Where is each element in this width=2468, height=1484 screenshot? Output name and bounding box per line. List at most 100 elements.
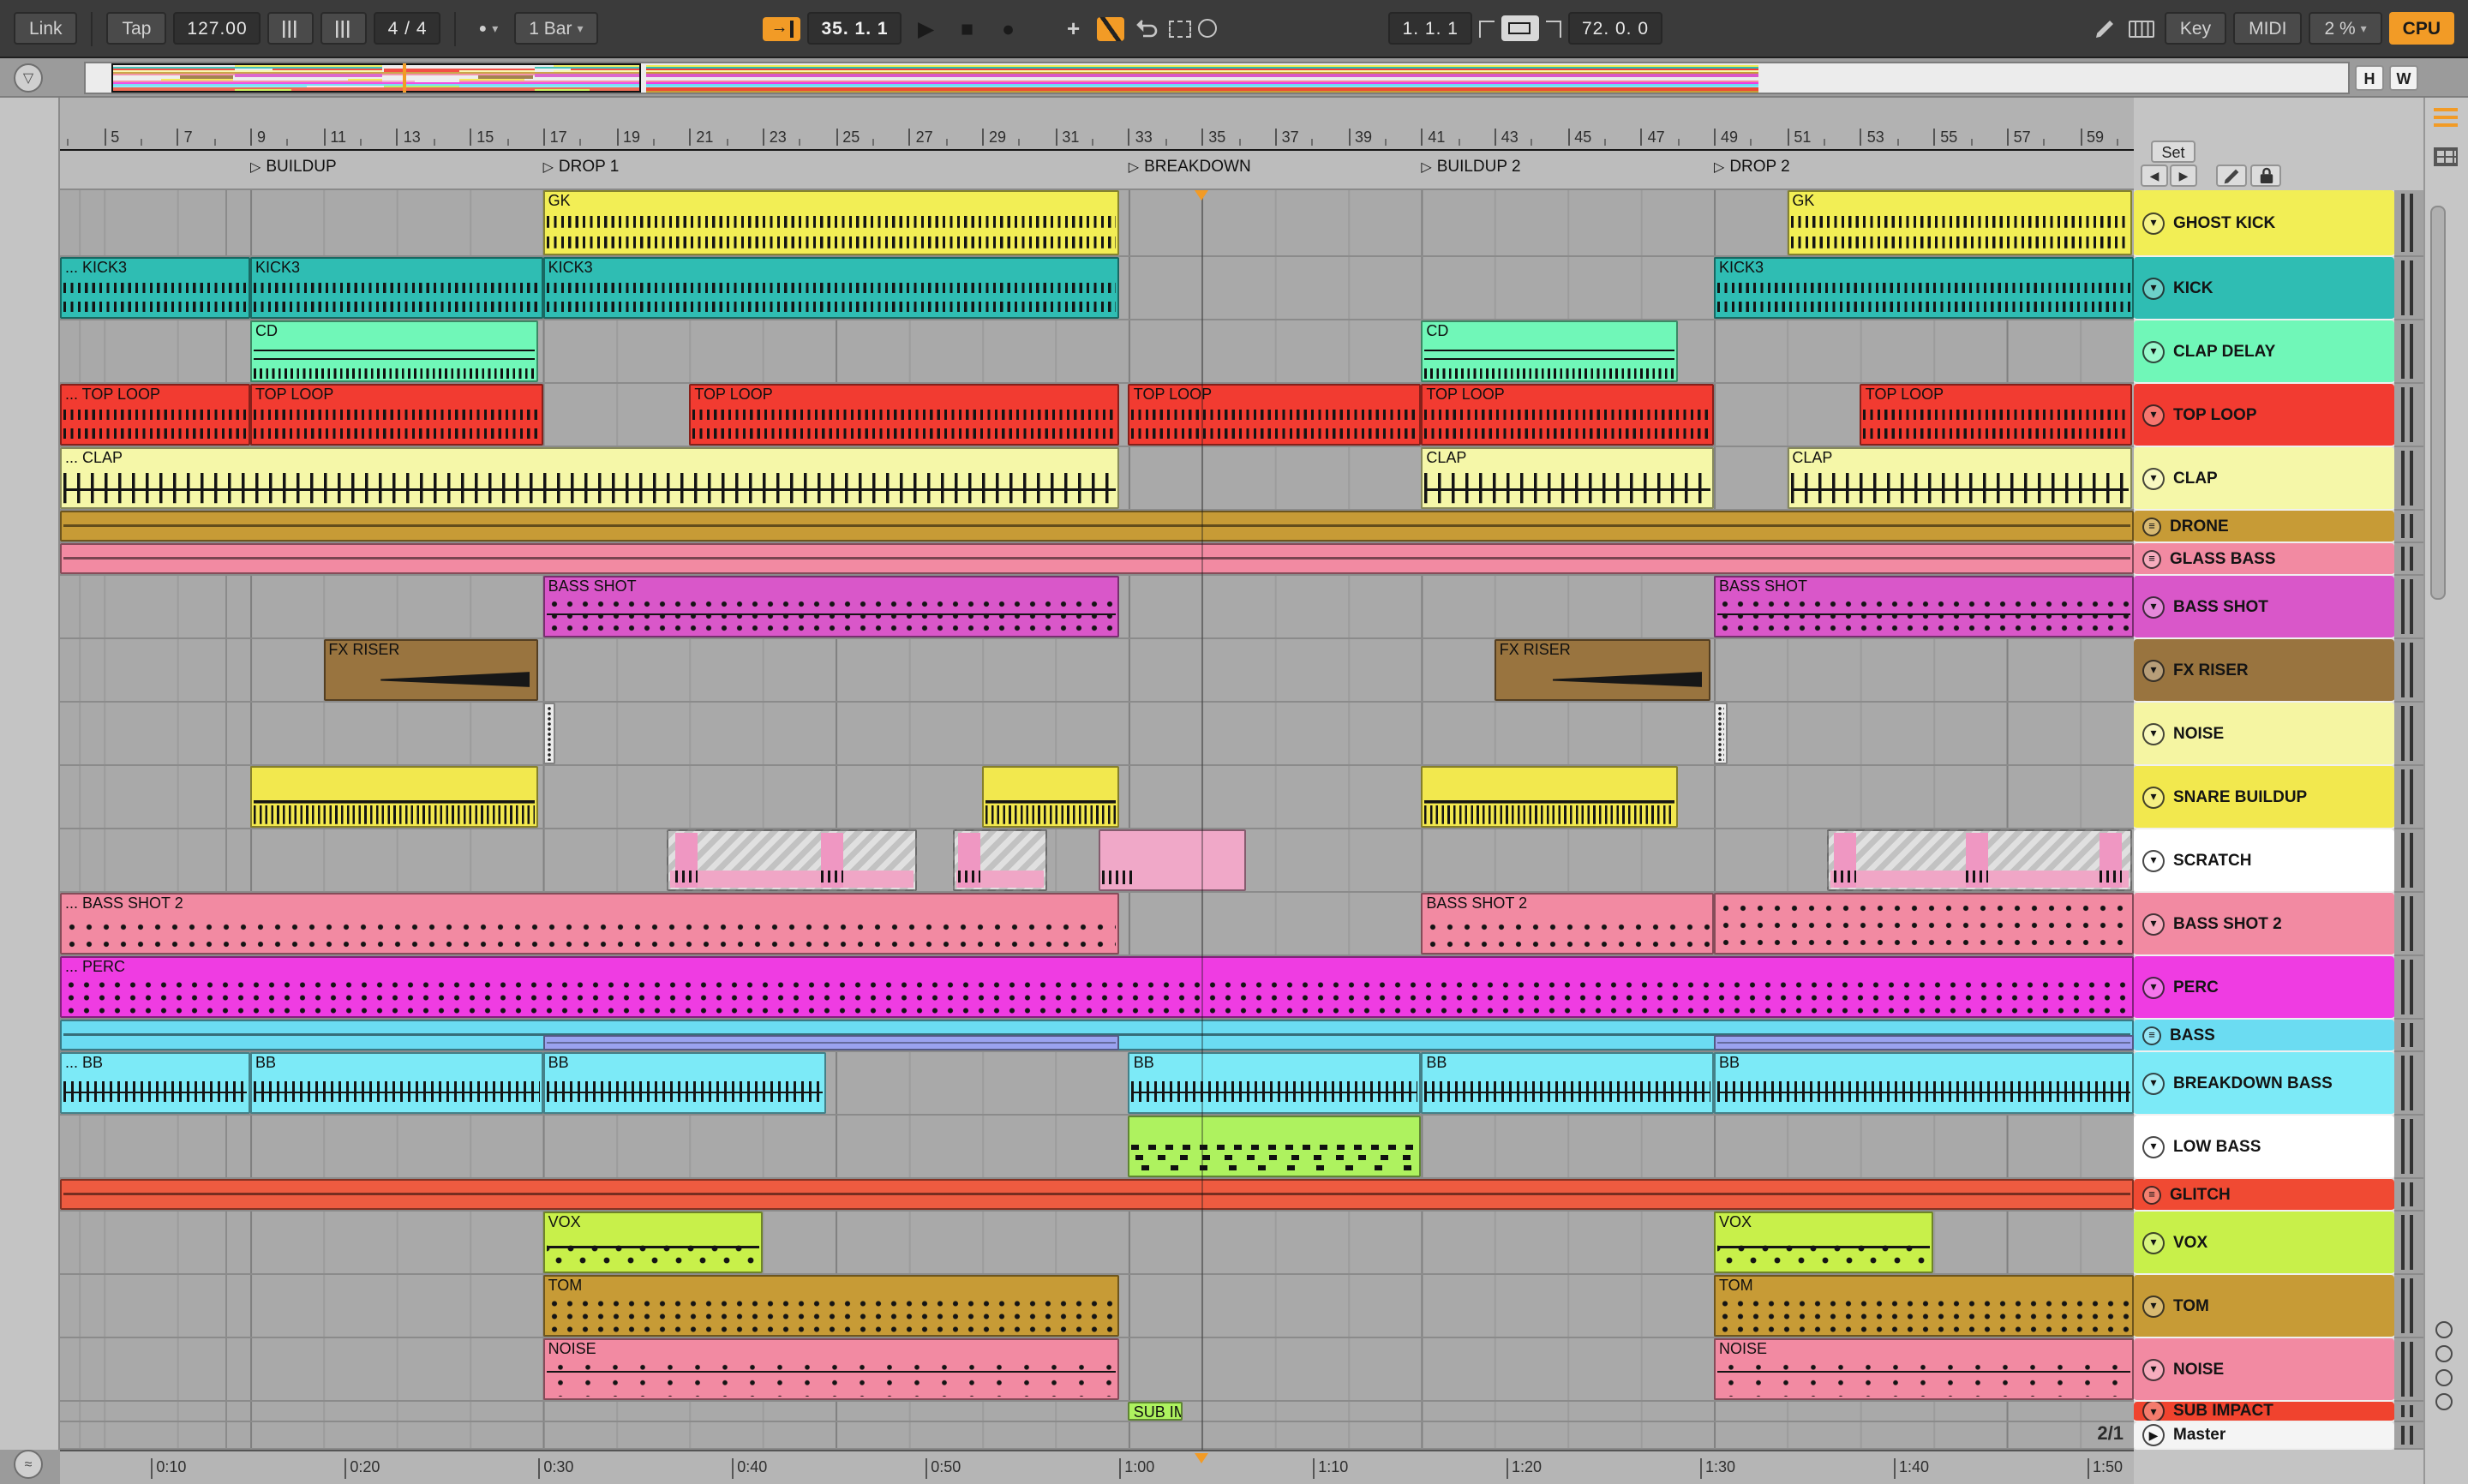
clip-top-loop[interactable]: ... TOP LOOP	[60, 384, 250, 446]
clip-bb[interactable]: BB	[250, 1052, 543, 1114]
tap-tempo-button[interactable]: Tap	[106, 12, 167, 45]
clip-kick3[interactable]: KICK3	[542, 257, 1120, 319]
mixer-section-toggle-2[interactable]	[2435, 1345, 2453, 1362]
track-header-ghost-kick[interactable]: ▾ GHOST KICK	[2134, 190, 2394, 257]
clip-vox[interactable]: VOX	[1714, 1212, 1934, 1273]
locator-flag-drop-1[interactable]: ▷ DROP 1	[543, 158, 620, 177]
track-header-glass-bass[interactable]: ≡ GLASS BASS	[2134, 543, 2394, 576]
track-header-noise[interactable]: ▾ NOISE	[2134, 1338, 2394, 1402]
clip-tom[interactable]: TOM	[542, 1275, 1120, 1337]
clip-noise[interactable]: NOISE	[1714, 1338, 2133, 1400]
clip-kick3[interactable]: ... KICK3	[60, 257, 250, 319]
midi-arrangement-overdub-button[interactable]: +	[1057, 15, 1091, 41]
track-lane-master[interactable]: 2/1	[60, 1422, 2134, 1450]
track-lane-low-bass[interactable]	[60, 1116, 2134, 1179]
track-header-kick[interactable]: ▾ KICK	[2134, 257, 2394, 320]
clip-bb[interactable]: BB	[1714, 1052, 2133, 1114]
track-lane-bass[interactable]	[60, 1020, 2134, 1052]
track-lane-clap[interactable]: ... CLAP CLAP CLAP	[60, 447, 2134, 511]
clip-noise[interactable]	[1714, 703, 1727, 764]
loop-start-display[interactable]: 1. 1. 1	[1388, 12, 1472, 45]
panel-toggle-icon[interactable]	[2434, 108, 2458, 127]
track-fold-icon[interactable]: ▾	[2142, 277, 2165, 299]
track-lane-sub-impact[interactable]: SUB IMPACT	[60, 1402, 2134, 1422]
clip-snare-buildup[interactable]	[250, 766, 538, 828]
locator-lane[interactable]: ▷ BUILDUP ▷ DROP 1 ▷ BREAKDOWN ▷ BUILDUP 2 ▷ DROP…	[60, 151, 2134, 190]
clip-clap[interactable]: CLAP	[1787, 447, 2133, 509]
track-header-snare-buildup[interactable]: ▾ SNARE BUILDUP	[2134, 766, 2394, 829]
clip-vox[interactable]: VOX	[542, 1212, 763, 1273]
clip-gk[interactable]: GK	[1787, 190, 2133, 255]
optimize-width-button[interactable]: W	[2389, 65, 2418, 91]
collapsed-track-icon[interactable]: ≡	[2142, 1185, 2161, 1204]
track-header-top-loop[interactable]: ▾ TOP LOOP	[2134, 384, 2394, 447]
track-header-clap[interactable]: ▾ CLAP	[2134, 447, 2394, 511]
clip-cd[interactable]: CD	[1421, 320, 1678, 382]
clip-scratch[interactable]	[952, 829, 1048, 891]
track-fold-icon[interactable]: ▾	[2142, 1231, 2165, 1254]
track-header-tom[interactable]: ▾ TOM	[2134, 1275, 2394, 1338]
track-header-fx-riser[interactable]: ▾ FX RISER	[2134, 639, 2394, 703]
clip-clap[interactable]: ... CLAP	[60, 447, 1120, 509]
set-locator-button[interactable]: Set	[2151, 141, 2195, 163]
lock-envelopes-button[interactable]	[2250, 165, 2281, 187]
track-lane-drone[interactable]	[60, 511, 2134, 543]
locator-flag-buildup[interactable]: ▷ BUILDUP	[250, 158, 337, 177]
track-lane-tom[interactable]: TOM TOM	[60, 1275, 2134, 1338]
time-signature-display[interactable]: 4 / 4	[374, 12, 441, 45]
link-button[interactable]: Link	[14, 12, 78, 45]
track-header-vox[interactable]: ▾ VOX	[2134, 1212, 2394, 1275]
play-icon[interactable]: ▶	[2142, 1424, 2165, 1446]
clip-scratch[interactable]	[1827, 829, 2133, 891]
midi-map-button[interactable]: MIDI	[2233, 12, 2303, 45]
track-fold-icon[interactable]: ▾	[2142, 1135, 2165, 1158]
mixer-section-toggle-4[interactable]	[2435, 1393, 2453, 1410]
track-fold-icon[interactable]: ▾	[2142, 340, 2165, 362]
track-fold-icon[interactable]: ▾	[2142, 659, 2165, 681]
track-fold-icon[interactable]: ▾	[2142, 1402, 2165, 1421]
nudge-up-button[interactable]	[320, 12, 368, 45]
mixer-grid-icon[interactable]	[2434, 147, 2458, 166]
track-header-noise[interactable]: ▾ NOISE	[2134, 703, 2394, 766]
track-lane-vox[interactable]: VOX VOX	[60, 1212, 2134, 1275]
track-header-bass-shot-2[interactable]: ▾ BASS SHOT 2	[2134, 893, 2394, 956]
clip-bb[interactable]: BB	[1128, 1052, 1422, 1114]
clip-top-loop[interactable]: TOP LOOP	[1421, 384, 1714, 446]
track-fold-icon[interactable]: ▾	[2142, 467, 2165, 489]
track-fold-icon[interactable]: ▾	[2142, 212, 2165, 234]
arrangement-position-display[interactable]: 35. 1. 1	[807, 12, 902, 45]
clip-bb[interactable]: BB	[1421, 1052, 1714, 1114]
punch-out-button[interactable]	[1545, 20, 1561, 37]
draw-mode-button[interactable]	[2089, 15, 2120, 42]
track-lane-glass-bass[interactable]	[60, 543, 2134, 576]
track-fold-icon[interactable]: ▾	[2142, 404, 2165, 426]
track-fold-icon[interactable]: ▾	[2142, 595, 2165, 618]
clip-top-loop[interactable]: TOP LOOP	[250, 384, 543, 446]
record-button[interactable]: ●	[991, 16, 1026, 40]
track-lane-bass-shot[interactable]: BASS SHOT BASS SHOT	[60, 576, 2134, 639]
vertical-scrollbar[interactable]	[2430, 206, 2446, 600]
play-button[interactable]: ▶	[909, 15, 943, 41]
track-lane-snare-buildup[interactable]	[60, 766, 2134, 829]
track-header-scratch[interactable]: ▾ SCRATCH	[2134, 829, 2394, 893]
clip-bass[interactable]	[542, 1035, 1120, 1050]
computer-midi-keyboard-button[interactable]	[2127, 15, 2158, 42]
stop-button[interactable]: ■	[950, 16, 985, 40]
track-lane-scratch[interactable]	[60, 829, 2134, 893]
track-lane-fx-riser[interactable]: FX RISER FX RISER	[60, 639, 2134, 703]
beat-time-ruler[interactable]: 5 7 9 11 13 15 17 19 21 23 25 27 29 31 33 35 37 39 41 43 45 4…	[60, 98, 2134, 151]
optimize-height-button[interactable]: H	[2355, 65, 2384, 91]
clip-bass-shot[interactable]: BASS SHOT	[1714, 576, 2133, 637]
track-lane-bass-shot-2[interactable]: ... BASS SHOT 2 BASS SHOT 2	[60, 893, 2134, 956]
draw-mode-toggle-button[interactable]	[2216, 165, 2247, 187]
clip-scratch[interactable]	[667, 829, 917, 891]
clip-perc[interactable]: ... PERC	[60, 956, 2133, 1018]
draw-circle-button[interactable]	[1198, 19, 1218, 38]
clip-sub-impact[interactable]: SUB IMPACT	[1128, 1402, 1183, 1421]
clip-bass-shot[interactable]: BASS SHOT	[542, 576, 1120, 637]
track-lane-breakdown-bass[interactable]: ... BB BB BB BB BB BB	[60, 1052, 2134, 1116]
reenable-automation-button[interactable]	[1132, 15, 1163, 42]
clip-fx-riser[interactable]: FX RISER	[1494, 639, 1710, 701]
track-lane-glitch[interactable]	[60, 1179, 2134, 1212]
track-header-breakdown-bass[interactable]: ▾ BREAKDOWN BASS	[2134, 1052, 2394, 1116]
